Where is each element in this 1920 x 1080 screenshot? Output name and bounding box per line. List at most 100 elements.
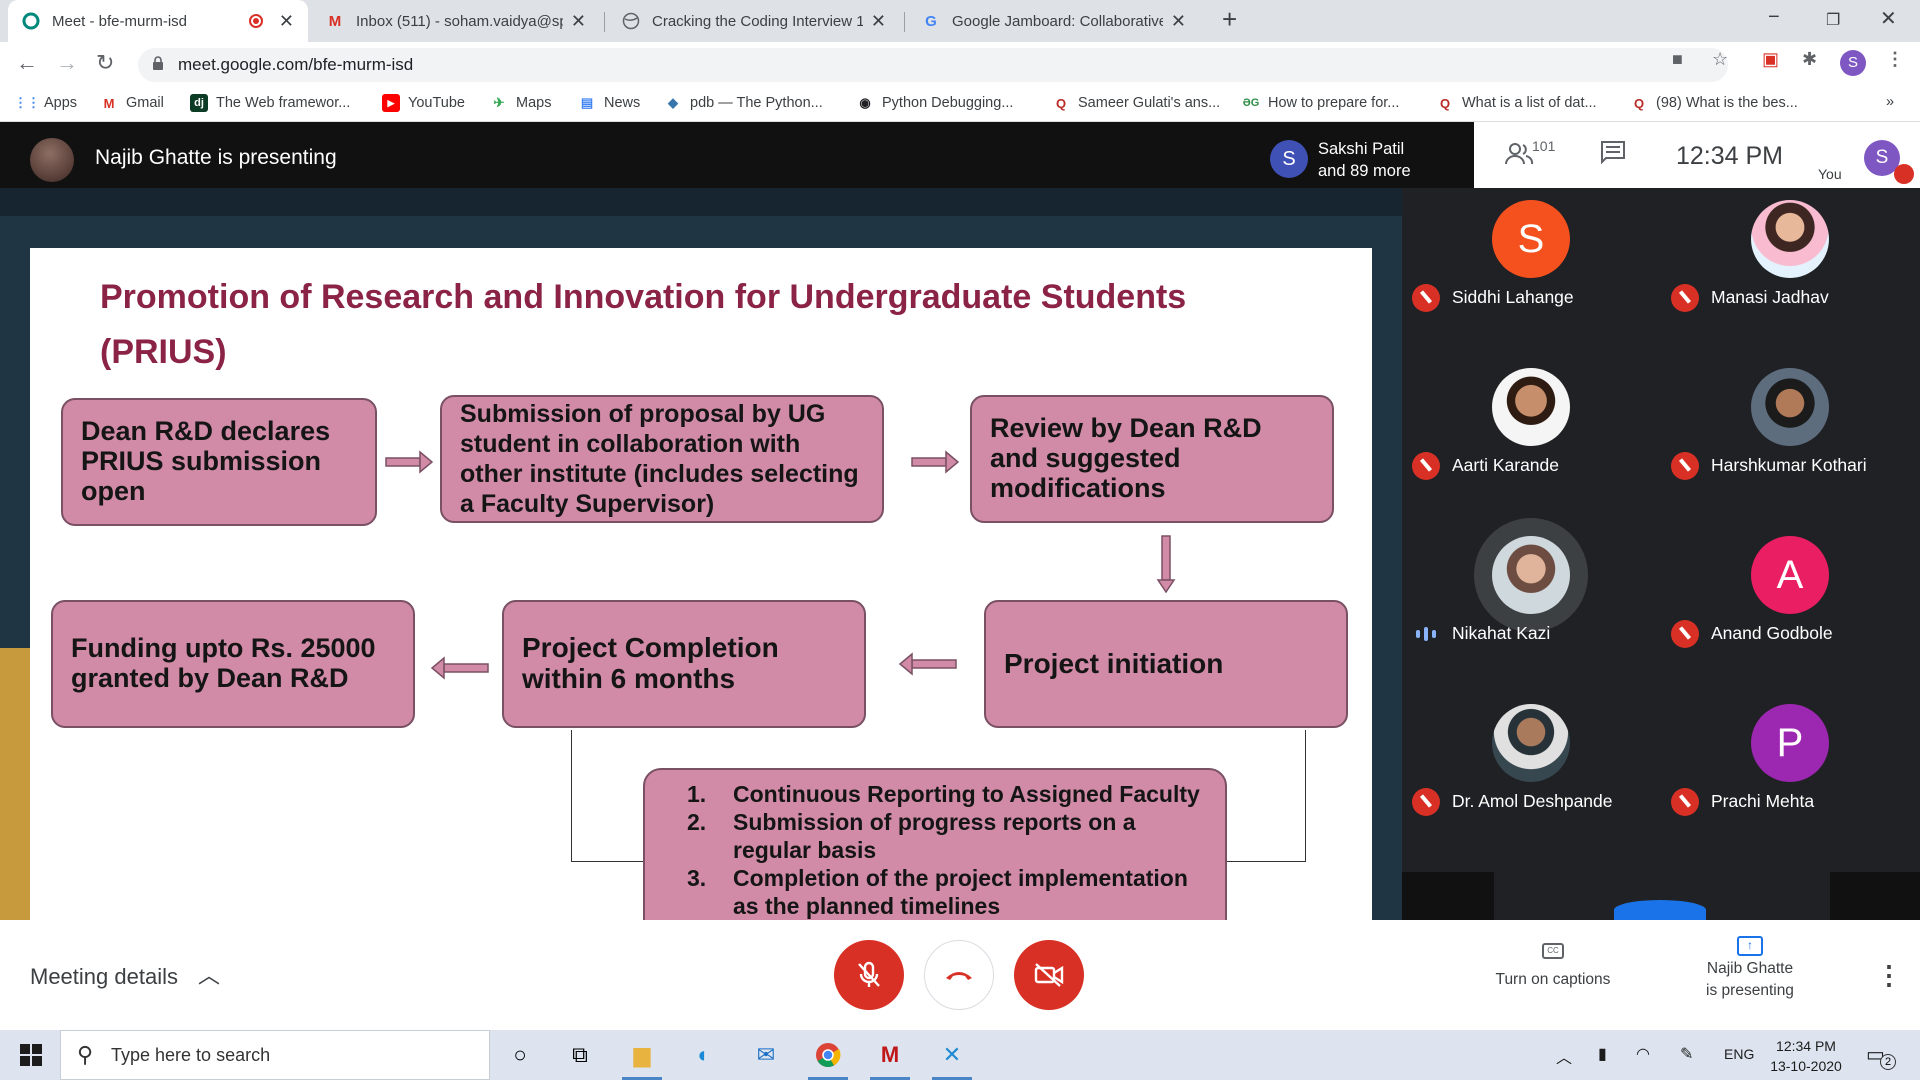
mic-off-icon [1671,788,1699,816]
file-explorer-icon[interactable]: ▆ [614,1030,670,1080]
participant-name: Prachi Mehta [1711,791,1815,811]
bookmark-gmail[interactable]: M Gmail [100,94,164,112]
you-label: You [1818,166,1842,182]
quora-icon: Q [1439,95,1451,111]
extensions-icon[interactable]: ✱ [1802,49,1817,70]
close-tab-icon[interactable]: ✕ [571,11,586,32]
restore-icon[interactable]: ❐ [1826,10,1840,30]
chrome-menu-icon[interactable]: ⋮ [1886,49,1904,70]
new-tab-icon[interactable]: + [1222,4,1237,35]
camera-toggle-button[interactable] [1014,940,1084,1010]
bookmark-star-icon[interactable]: ☆ [1712,49,1728,70]
cortana-icon[interactable]: ○ [492,1030,548,1080]
chat-icon[interactable] [1600,140,1626,171]
speaking-indicator-icon [1416,627,1438,641]
close-tab-icon[interactable]: ✕ [279,11,294,32]
end-call-button[interactable] [924,940,994,1010]
participant-tile[interactable]: Dr. Amol Deshpande [1402,692,1661,860]
avatar: P [1751,704,1829,782]
minimize-icon[interactable]: − [1768,6,1780,29]
close-window-icon[interactable]: ✕ [1880,6,1897,31]
profile-avatar[interactable]: S [1840,50,1866,76]
microphone-icon[interactable]: ▮ [1598,1044,1607,1064]
bookmark-python-debugging[interactable]: ◉ Python Debugging... [856,94,1013,112]
language-indicator[interactable]: ENG [1724,1046,1754,1062]
arrow-right-icon [385,450,434,474]
taskbar-search[interactable]: ⚲ Type here to search [60,1030,490,1080]
list-item: 1. Continuous Reporting to Assigned Facul… [687,781,1200,807]
show-hidden-icons[interactable]: ︿ [1556,1044,1572,1068]
participant-tile[interactable]: Harshkumar Kothari [1661,356,1920,524]
bookmark-quora-2[interactable]: Q What is a list of dat... [1436,94,1597,112]
participant-name: Aarti Karande [1452,455,1560,475]
presenter-avatar [30,138,74,182]
meet-icon [22,12,40,30]
phone-hangup-icon [946,972,972,980]
pinned-more: and 89 more [1318,162,1411,180]
participant-tile[interactable]: P Prachi Mehta [1661,692,1920,860]
captions-button[interactable]: CC Turn on captions [1488,940,1618,989]
participant-tile[interactable]: Nikahat Kazi [1402,518,1661,692]
participant-tile[interactable]: Aarti Karande [1402,356,1661,524]
close-tab-icon[interactable]: ✕ [871,11,886,32]
bookmark-django[interactable]: dj The Web framewor... [190,94,350,112]
reload-icon[interactable]: ↻ [96,50,114,76]
participant-tile[interactable]: S Siddhi Lahange [1402,188,1661,356]
close-tab-icon[interactable]: ✕ [1171,11,1186,32]
maps-icon: ✈ [493,95,505,110]
meet-controls-top: 101 12:34 PM You S [1474,122,1920,188]
presenting-button[interactable]: ↑ Najib Ghatte is presenting [1680,934,1820,1002]
tab-jamboard[interactable]: G Google Jamboard: Collaborative ✕ [908,0,1200,42]
bookmark-quora-1[interactable]: Q Sameer Gulati's ans... [1052,94,1220,112]
flow-box-completion: Project Completion within 6 months [502,600,866,728]
bookmark-maps[interactable]: ✈ Maps [490,94,552,112]
pinned-avatar: S [1270,140,1308,178]
windows-start-icon[interactable] [20,1044,42,1066]
bookmark-pdb[interactable]: ◆ pdb — The Python... [664,94,823,112]
tab-title: Meet - bfe-murm-isd [52,12,188,30]
wifi-icon[interactable]: ◠ [1636,1044,1650,1064]
bookmark-news[interactable]: ▤ News [578,94,640,112]
extension-shield-icon[interactable]: ▣ [1762,49,1779,70]
mcafee-icon[interactable]: M [862,1030,918,1080]
bookmark-quora-3[interactable]: Q (98) What is the bes... [1630,94,1798,112]
mail-icon[interactable]: ✉ [738,1030,794,1080]
edge-icon[interactable]: ◐ [676,1030,732,1080]
more-options-icon[interactable]: ⋮ [1876,960,1902,991]
people-icon[interactable] [1504,142,1534,173]
address-bar[interactable]: meet.google.com/bfe-murm-isd [138,48,1728,82]
participant-tile[interactable]: Manasi Jadhav [1661,188,1920,356]
forward-icon[interactable]: → [56,50,78,76]
flow-box-submission: Submission of proposal by UG student in … [440,395,884,523]
bookmark-youtube[interactable]: ▶ YouTube [382,94,465,112]
tab-gmail[interactable]: M Inbox (511) - soham.vaidya@spit ✕ [312,0,600,42]
tab-strip: Meet - bfe-murm-isd ✕ M Inbox (511) - so… [0,0,1920,42]
chrome-icon[interactable] [800,1030,856,1080]
vscode-icon[interactable]: ✕ [924,1030,980,1080]
taskbar-clock[interactable]: 12:34 PM 13-10-2020 [1766,1036,1846,1076]
task-view-icon[interactable]: ⧉ [552,1030,608,1080]
meeting-details-button[interactable]: Meeting details [30,964,178,990]
tab-divider [604,12,605,32]
pinned-participants[interactable]: S Sakshi Patil and 89 more [1258,128,1472,190]
meet-bottom-bar: Meeting details ︿ CC Turn on captions ↑ … [0,920,1920,1042]
participant-name: Harshkumar Kothari [1711,455,1867,475]
presentation-stage: Promotion of Research and Innovation for… [0,188,1402,920]
participant-tile[interactable]: A Anand Godbole [1661,524,1920,692]
tab-title: Cracking the Coding Interview 18 [652,12,863,30]
camera-icon[interactable]: ■ [1672,49,1683,70]
mic-toggle-button[interactable] [834,940,904,1010]
python-icon: ◆ [668,95,678,110]
django-icon: dj [190,94,208,112]
bookmark-gfg[interactable]: ƏG How to prepare for... [1242,94,1400,112]
back-icon[interactable]: ← [16,50,38,76]
meet-window: Najib Ghatte is presenting S Sakshi Pati… [0,122,1920,1042]
tab-meet[interactable]: Meet - bfe-murm-isd ✕ [8,0,308,42]
chevron-up-icon[interactable]: ︿ [198,958,220,990]
tab-cracking[interactable]: Cracking the Coding Interview 18 ✕ [608,0,900,42]
participant-name: Anand Godbole [1711,623,1833,643]
tab-divider [904,12,905,32]
pen-icon[interactable]: ✎ [1680,1044,1693,1064]
bookmarks-overflow-icon[interactable]: » [1886,94,1894,110]
bookmark-apps[interactable]: ⋮⋮ Apps [14,94,77,112]
